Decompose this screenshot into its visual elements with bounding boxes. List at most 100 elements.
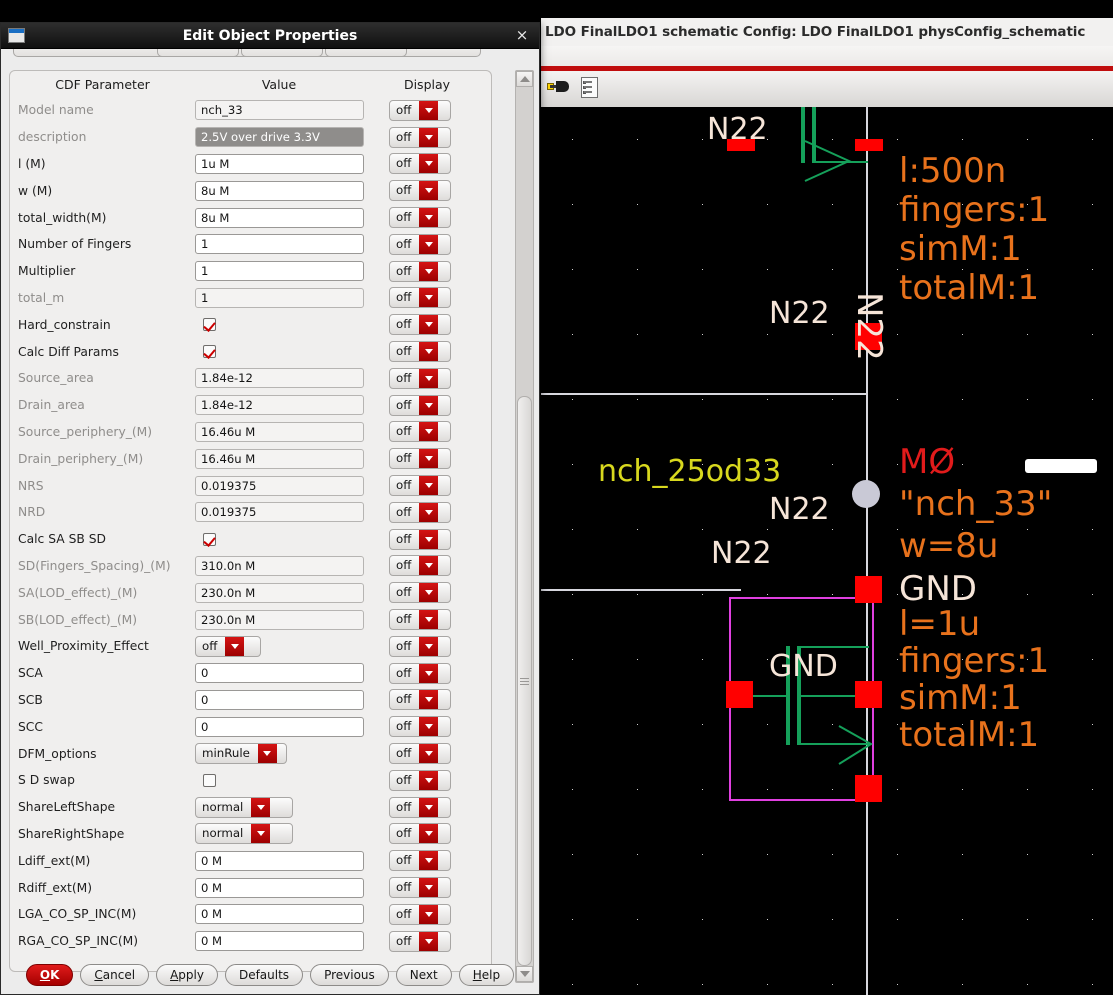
display-dropdown[interactable]: off <box>389 153 451 175</box>
chevron-down-icon[interactable] <box>419 878 439 897</box>
parameter-dropdown[interactable]: normal <box>195 823 293 845</box>
dialog-scrollbar[interactable] <box>515 70 534 983</box>
dialog-titlebar[interactable]: Edit Object Properties × <box>1 23 539 49</box>
sheet-icon[interactable] <box>579 76 605 102</box>
chevron-down-icon[interactable] <box>419 181 439 201</box>
display-dropdown[interactable]: off <box>389 367 451 389</box>
schematic-label[interactable]: N22 <box>711 539 772 569</box>
edit-object-properties-dialog[interactable]: Edit Object Properties × CDF Parameter V… <box>0 22 540 995</box>
display-dropdown[interactable]: off <box>389 850 451 872</box>
schematic-label[interactable]: fingers:1 <box>899 644 1049 678</box>
display-dropdown[interactable]: off <box>389 99 451 121</box>
schematic-canvas[interactable]: N22 N22 l:500n fingers:1 simM:1 totalM:1 nch_2… <box>541 107 1113 995</box>
chevron-down-icon[interactable] <box>419 288 439 308</box>
display-dropdown[interactable]: off <box>389 528 451 550</box>
probe-icon[interactable] <box>547 76 573 102</box>
display-dropdown[interactable]: off <box>389 609 451 631</box>
display-dropdown[interactable]: off <box>389 314 451 336</box>
display-dropdown[interactable]: off <box>389 930 451 952</box>
parameter-input[interactable]: 0.019375 <box>195 475 364 496</box>
app-menu-strip[interactable] <box>541 46 1113 66</box>
schematic-label[interactable]: totalM:1 <box>899 718 1039 752</box>
chevron-down-icon[interactable] <box>419 395 439 415</box>
display-dropdown[interactable]: off <box>389 501 451 523</box>
parameter-input[interactable]: 230.0n M <box>195 609 364 630</box>
schematic-label[interactable]: simM:1 <box>899 681 1022 715</box>
chevron-down-icon[interactable] <box>419 261 439 281</box>
chevron-down-icon[interactable] <box>419 127 439 147</box>
chevron-down-icon[interactable] <box>257 744 277 764</box>
chevron-down-icon[interactable] <box>419 502 439 522</box>
chevron-down-icon[interactable] <box>419 529 439 549</box>
previous-button[interactable]: Previous <box>310 964 389 986</box>
schematic-label[interactable]: w=8u <box>899 529 998 563</box>
parameter-input[interactable]: 1 <box>195 234 364 255</box>
parameter-input[interactable]: 8u M <box>195 207 364 228</box>
display-dropdown[interactable]: off <box>389 769 451 791</box>
chevron-down-icon[interactable] <box>419 610 439 630</box>
chevron-down-icon[interactable] <box>419 315 439 335</box>
defaults-button[interactable]: Defaults <box>224 964 304 986</box>
parameter-input[interactable]: 0 <box>195 689 364 710</box>
app-toolbar[interactable] <box>541 71 1113 108</box>
display-dropdown[interactable]: off <box>389 877 451 898</box>
parameter-checkbox[interactable] <box>203 773 216 787</box>
schematic-label[interactable]: MØ <box>899 445 955 479</box>
parameter-dropdown[interactable]: minRule <box>195 743 287 765</box>
tab-sliver-3[interactable] <box>241 49 323 57</box>
parameter-input[interactable]: 16.46u M <box>195 421 364 442</box>
chevron-down-icon[interactable] <box>419 476 439 496</box>
chevron-down-icon[interactable] <box>251 797 271 817</box>
scroll-up-icon[interactable] <box>516 71 533 87</box>
display-dropdown[interactable]: off <box>389 635 451 657</box>
chevron-down-icon[interactable] <box>225 636 245 656</box>
schematic-label[interactable]: l:500n <box>899 154 1006 188</box>
parameter-input[interactable]: 0 M <box>195 931 364 952</box>
chevron-down-icon[interactable] <box>419 770 439 790</box>
parameter-input[interactable]: 16.46u M <box>195 448 364 469</box>
schematic-label[interactable]: N22 <box>769 299 830 329</box>
schematic-label[interactable]: fingers:1 <box>899 193 1049 227</box>
display-dropdown[interactable]: off <box>389 180 451 202</box>
display-dropdown[interactable]: off <box>389 394 451 416</box>
chevron-down-icon[interactable] <box>419 744 439 764</box>
display-dropdown[interactable]: off <box>389 448 451 470</box>
parameter-checkbox[interactable] <box>203 345 216 359</box>
display-dropdown[interactable]: off <box>389 716 451 738</box>
parameter-input[interactable]: 0.019375 <box>195 502 364 523</box>
chevron-down-icon[interactable] <box>419 208 439 228</box>
parameter-checkbox[interactable] <box>203 532 216 546</box>
chevron-down-icon[interactable] <box>419 851 439 871</box>
tab-sliver-4[interactable] <box>325 49 407 57</box>
parameter-dropdown[interactable]: normal <box>195 796 293 818</box>
display-dropdown[interactable]: off <box>389 126 451 148</box>
chevron-down-icon[interactable] <box>419 100 439 120</box>
chevron-down-icon[interactable] <box>419 449 439 469</box>
display-dropdown[interactable]: off <box>389 260 451 282</box>
chevron-down-icon[interactable] <box>251 824 271 844</box>
ok-button[interactable]: OK <box>25 964 74 986</box>
display-dropdown[interactable]: off <box>389 555 451 577</box>
parameter-input[interactable]: 8u M <box>195 180 364 201</box>
schematic-label[interactable]: totalM:1 <box>899 271 1039 305</box>
chevron-down-icon[interactable] <box>419 663 439 683</box>
display-dropdown[interactable]: off <box>389 662 451 684</box>
parameter-input[interactable]: 0 <box>195 663 364 684</box>
schematic-label[interactable]: GND <box>899 572 977 606</box>
parameter-input[interactable]: 1 <box>195 261 364 282</box>
parameter-input[interactable]: 1.84e-12 <box>195 395 364 416</box>
display-dropdown[interactable]: off <box>389 233 451 255</box>
chevron-down-icon[interactable] <box>419 342 439 362</box>
chevron-down-icon[interactable] <box>419 904 439 924</box>
display-dropdown[interactable]: off <box>389 341 451 363</box>
chevron-down-icon[interactable] <box>419 583 439 603</box>
next-button[interactable]: Next <box>395 964 452 986</box>
display-dropdown[interactable]: off <box>389 287 451 309</box>
schematic-label[interactable]: nch_25od33 <box>598 457 781 487</box>
parameter-input[interactable]: 1.84e-12 <box>195 368 364 389</box>
chevron-down-icon[interactable] <box>419 931 439 951</box>
display-dropdown[interactable]: off <box>389 796 451 818</box>
chevron-down-icon[interactable] <box>419 690 439 710</box>
parameter-input[interactable]: nch_33 <box>195 100 364 121</box>
chevron-down-icon[interactable] <box>419 154 439 174</box>
